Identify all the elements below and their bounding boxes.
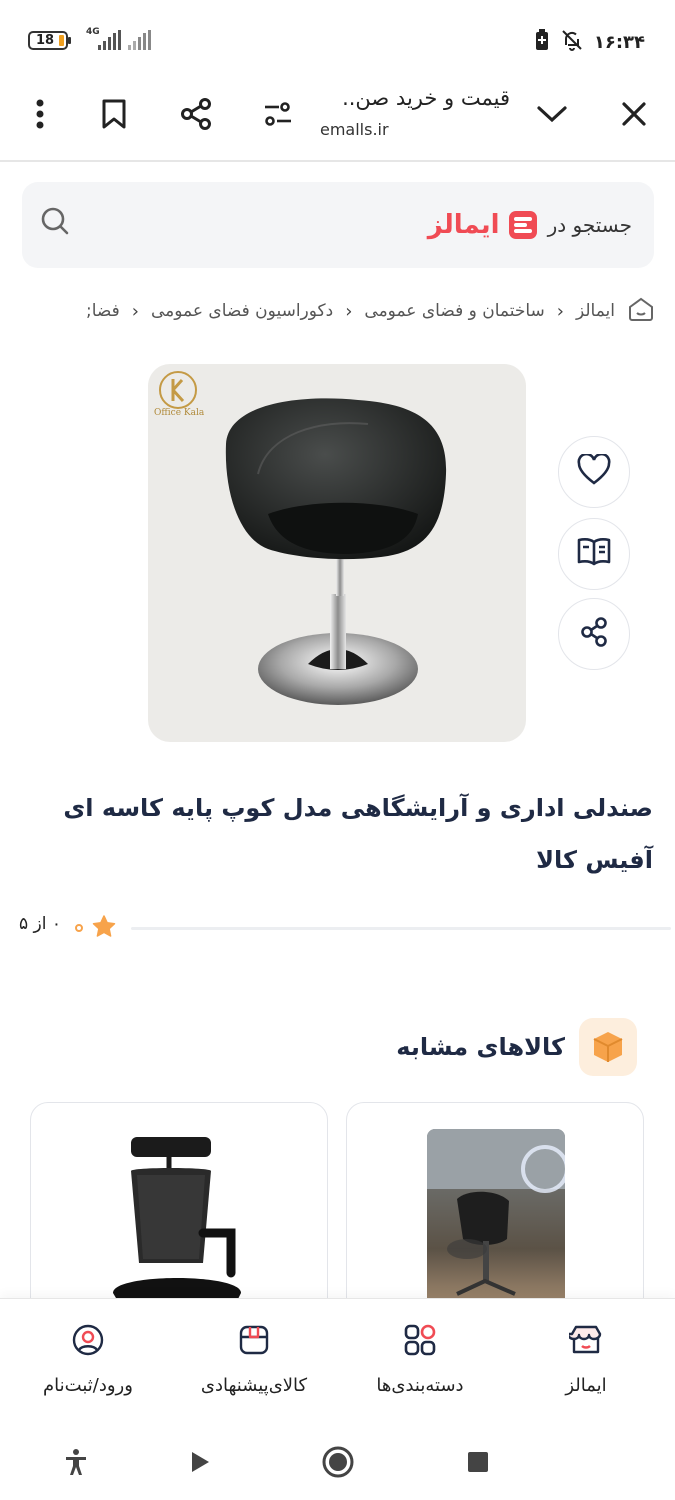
logo-text: Office Kala <box>154 408 205 418</box>
page-settings-icon[interactable] <box>254 90 302 138</box>
accessibility-icon[interactable] <box>56 1442 96 1482</box>
nav-item-suggested[interactable]: کالای‌پیشنهادی <box>170 1323 338 1396</box>
rating: ۰ از ۵ <box>19 910 671 944</box>
home-icon[interactable] <box>627 295 655 328</box>
nav-label: کالای‌پیشنهادی <box>200 1375 308 1396</box>
bookmark-icon[interactable] <box>90 90 138 138</box>
box-icon <box>237 1323 271 1361</box>
mute-notifications-icon <box>560 28 584 56</box>
breadcrumb-item[interactable]: ایمالز <box>576 301 615 321</box>
chevron-left-icon: ‹ <box>556 300 564 322</box>
nav-label: ایمالز <box>565 1375 607 1396</box>
book-icon <box>576 536 612 572</box>
nav-label: ورود/ثبت‌نام <box>43 1375 133 1396</box>
similar-products-header: کالاهای مشابه <box>396 1018 637 1076</box>
rating-dot <box>75 924 83 932</box>
compare-button[interactable] <box>558 518 630 590</box>
recents-icon[interactable] <box>458 1442 498 1482</box>
store-icon <box>566 1323 603 1361</box>
back-icon[interactable] <box>180 1442 220 1482</box>
system-navigation <box>0 1420 675 1500</box>
breadcrumb-item[interactable]: ساختمان و فضای عمومی <box>364 301 544 321</box>
url-host[interactable]: emalls.ir <box>320 120 389 139</box>
chevron-left-icon: ‹ <box>345 300 353 322</box>
more-menu-icon[interactable] <box>16 90 64 138</box>
share-button[interactable] <box>558 598 630 670</box>
brand-logo: ایمالز <box>428 210 538 240</box>
battery-saver-icon <box>534 29 550 55</box>
battery-icon: 18 <box>28 31 71 50</box>
nav-item-home[interactable]: ایمالز <box>502 1323 670 1396</box>
breadcrumb: ایمالز ‹ ساختمان و فضای عمومی ‹ دکوراسیو… <box>15 294 655 328</box>
brand-name: ایمالز <box>427 210 500 240</box>
section-title: کالاهای مشابه <box>396 1033 565 1061</box>
status-bar: 18 4G ۱۶:۳۴ <box>0 0 675 78</box>
close-icon[interactable] <box>610 90 658 138</box>
search-bar[interactable]: جستجو در ایمالز <box>22 182 654 268</box>
bottom-navigation: ایمالز دسته‌بندی‌ها کالای‌پیشنهادی ورود/… <box>0 1298 675 1420</box>
breadcrumb-item[interactable]: فضا; <box>86 301 120 321</box>
rating-text: ۰ از ۵ <box>19 914 62 934</box>
favorite-button[interactable] <box>558 436 630 508</box>
heart-icon <box>576 452 612 490</box>
box-icon <box>579 1018 637 1076</box>
chevron-down-icon[interactable] <box>528 90 576 138</box>
page-title[interactable]: قیمت و خرید صن.. <box>342 86 510 110</box>
share-icon[interactable] <box>172 90 220 138</box>
signal-icon <box>98 30 121 50</box>
breadcrumb-item[interactable]: دکوراسیون فضای عمومی <box>151 301 333 321</box>
emalls-logo-icon <box>508 211 537 239</box>
nav-item-categories[interactable]: دسته‌بندی‌ها <box>336 1323 504 1396</box>
home-button-icon[interactable] <box>318 1442 358 1482</box>
clock: ۱۶:۳۴ <box>593 31 645 53</box>
nav-label: دسته‌بندی‌ها <box>376 1375 464 1396</box>
signal-2-icon <box>128 30 151 50</box>
star-icon <box>91 914 117 944</box>
product-image[interactable]: Office Kala <box>148 364 526 742</box>
share-nodes-icon <box>578 616 610 652</box>
user-icon <box>71 1323 105 1361</box>
search-icon[interactable] <box>40 206 70 242</box>
product-title: صندلی اداری و آرایشگاهی مدل کوپ پایه کاس… <box>63 794 653 874</box>
search-placeholder: جستجو در <box>547 213 632 237</box>
browser-toolbar: قیمت و خرید صن.. emalls.ir <box>0 78 675 162</box>
rating-bar <box>131 927 671 930</box>
battery-level: 18 <box>36 33 55 48</box>
chevron-left-icon: ‹ <box>131 300 139 322</box>
chair-illustration <box>225 398 447 705</box>
nav-item-login[interactable]: ورود/ثبت‌نام <box>4 1323 172 1396</box>
categories-icon <box>403 1323 437 1361</box>
